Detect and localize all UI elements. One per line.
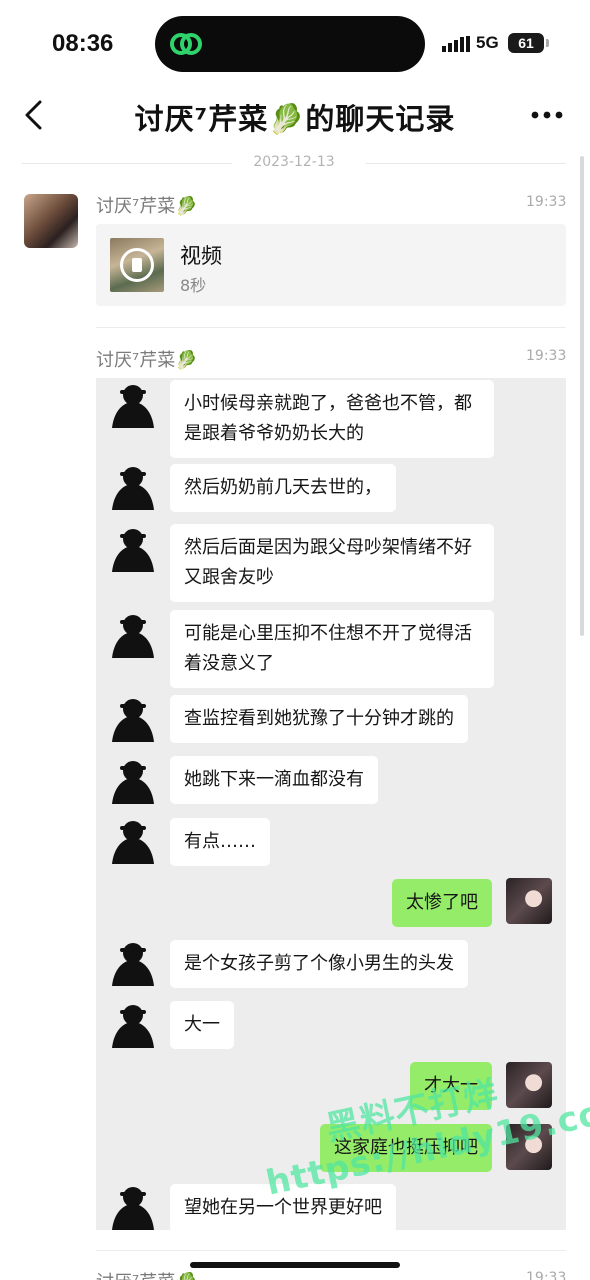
chat-bubble: 大一	[170, 1001, 234, 1049]
video-duration: 8秒	[180, 276, 207, 295]
chat-bubble: 小时候母亲就跑了，爸爸也不管，都是跟着爷爷奶奶长大的	[170, 380, 494, 458]
avatar	[112, 943, 154, 986]
divider	[96, 327, 566, 328]
page-title: 讨厌⁷芹菜🥬的聊天记录	[134, 102, 456, 136]
chat-bubble: 然后后面是因为跟父母吵架情绪不好又跟舍友吵	[170, 524, 494, 602]
video-label: 视频	[180, 244, 222, 268]
chat-bubble: 她跳下来一滴血都没有	[170, 756, 378, 804]
sender-name: 讨厌⁷芹菜🥬	[96, 350, 198, 371]
dynamic-island	[155, 16, 425, 72]
avatar	[112, 529, 154, 572]
home-indicator[interactable]	[190, 1262, 400, 1268]
divider	[96, 1250, 566, 1251]
chat-bubble: 然后奶奶前几天去世的，	[170, 464, 396, 512]
video-thumbnail	[110, 238, 164, 292]
link-app-icon	[170, 33, 202, 55]
chat-bubble: 是个女孩子剪了个像小男生的头发	[170, 940, 468, 988]
avatar	[112, 821, 154, 864]
chat-bubble: 查监控看到她犹豫了十分钟才跳的	[170, 695, 468, 743]
play-icon	[120, 248, 154, 282]
sender-name: 讨厌⁷芹菜🥬	[96, 196, 198, 217]
avatar	[112, 1005, 154, 1048]
nav-bar: 讨厌⁷芹菜🥬的聊天记录	[0, 86, 590, 148]
message-time: 19:33	[526, 348, 567, 364]
sender-name: 讨厌⁷芹菜🥬	[96, 1268, 198, 1280]
avatar	[112, 467, 154, 510]
date-divider: 2023-12-13	[22, 154, 566, 174]
message-time: 19:33	[526, 1270, 567, 1280]
avatar[interactable]	[24, 194, 78, 248]
avatar	[112, 761, 154, 804]
chat-bubble-self: 太惨了吧	[392, 879, 492, 927]
battery-icon: 61	[508, 33, 549, 53]
scrollbar[interactable]	[580, 156, 584, 636]
signal-icon	[442, 36, 470, 52]
clock: 08:36	[52, 30, 114, 57]
video-message[interactable]: 视频 8秒	[96, 224, 566, 306]
date-label: 2023-12-13	[253, 154, 335, 170]
avatar	[112, 1187, 154, 1230]
avatar	[112, 615, 154, 658]
status-bar: 08:36 5G 61	[0, 0, 590, 86]
message-time: 19:33	[526, 194, 567, 210]
network-label: 5G	[476, 33, 499, 52]
divider-line	[366, 163, 566, 164]
chat-bubble: 可能是心里压抑不住想不开了觉得活着没意义了	[170, 610, 494, 688]
avatar-self	[506, 878, 552, 924]
more-options-icon[interactable]	[530, 110, 564, 120]
chat-bubble: 有点……	[170, 818, 270, 866]
avatar	[112, 385, 154, 428]
avatar	[112, 699, 154, 742]
